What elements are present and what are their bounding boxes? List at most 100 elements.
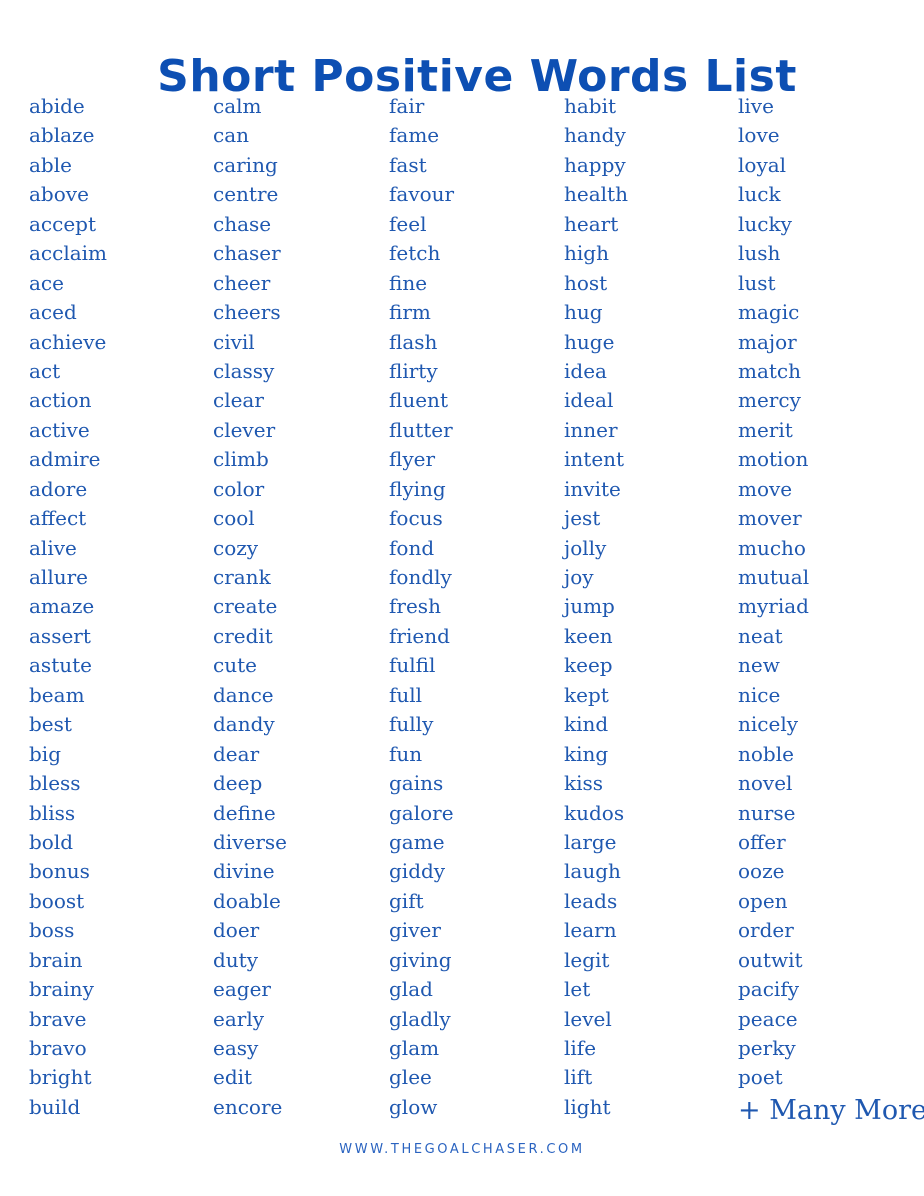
word-item: flying [389, 476, 446, 501]
word-item: ideal [564, 388, 614, 413]
word-item: diverse [213, 829, 287, 854]
word-item: fast [389, 152, 427, 177]
word-item: invite [564, 476, 621, 501]
word-item: novel [738, 771, 793, 796]
word-item: gift [389, 888, 424, 913]
word-item: handy [564, 123, 626, 148]
word-item: galore [389, 800, 454, 825]
word-column-3: fair fame fast favour feel fetch fine firm flash… [389, 92, 454, 1122]
word-item: acclaim [29, 241, 108, 266]
word-item: focus [389, 506, 443, 531]
word-item: feel [389, 211, 427, 236]
word-item: adore [29, 476, 88, 501]
word-item: boss [29, 918, 75, 943]
word-item: assert [29, 623, 91, 648]
word-item: full [389, 682, 423, 707]
word-item: climb [213, 447, 269, 472]
word-item: large [564, 829, 617, 854]
word-item: lust [738, 270, 776, 295]
word-item: bliss [29, 800, 76, 825]
word-item: cheer [213, 270, 271, 295]
word-item: fulfil [389, 653, 436, 678]
word-item: glad [389, 977, 433, 1002]
word-item: flirty [389, 358, 438, 383]
word-item: able [29, 152, 72, 177]
word-item: kept [564, 682, 609, 707]
word-item: let [564, 977, 591, 1002]
word-item: love [738, 123, 780, 148]
word-item: credit [213, 623, 273, 648]
word-item: best [29, 712, 72, 737]
word-item: bravo [29, 1036, 87, 1060]
word-item: action [29, 388, 92, 413]
word-column-4: habit handy happy health heart high host hug hug… [564, 92, 628, 1122]
word-item: chase [213, 211, 272, 236]
word-item: doer [213, 918, 260, 943]
word-item: giver [389, 918, 441, 943]
word-item: fondly [389, 565, 452, 589]
word-item: aced [29, 300, 77, 325]
word-item: bonus [29, 859, 90, 884]
word-item: gains [389, 771, 444, 796]
word-item: above [29, 182, 89, 207]
word-item: fame [389, 123, 440, 148]
word-item: build [29, 1094, 81, 1119]
word-item: eager [213, 977, 271, 1002]
word-item: move [738, 476, 793, 501]
word-item: huge [564, 329, 615, 354]
word-item: light [564, 1094, 611, 1119]
word-item: alive [29, 535, 77, 560]
word-item: brave [29, 1006, 87, 1031]
word-item: nurse [738, 800, 796, 825]
word-item: clear [213, 388, 264, 413]
word-item: king [564, 741, 609, 766]
word-item: mutual [738, 565, 810, 589]
word-item: fully [389, 712, 434, 737]
word-item: bold [29, 829, 74, 854]
word-item: pacify [738, 977, 800, 1002]
word-item: merit [738, 417, 793, 442]
word-item: jolly [564, 535, 607, 560]
word-item: duty [213, 947, 259, 972]
word-item: major [738, 329, 797, 354]
word-item: mover [738, 506, 802, 531]
word-item: giving [389, 947, 452, 972]
word-item: dandy [213, 712, 275, 737]
word-item: cool [213, 506, 255, 531]
word-item: amaze [29, 594, 95, 619]
word-item: lift [564, 1065, 593, 1090]
word-item: crank [213, 565, 271, 589]
word-item: poet [738, 1065, 783, 1090]
word-item: luck [738, 182, 781, 207]
word-item: kiss [564, 771, 604, 796]
word-item: classy [213, 358, 275, 383]
word-item: order [738, 918, 794, 943]
word-item: encore [213, 1094, 283, 1119]
word-item: bright [29, 1065, 92, 1090]
word-item: chaser [213, 241, 281, 266]
word-item: big [29, 741, 62, 766]
word-item: life [564, 1036, 597, 1060]
word-item: beam [29, 682, 85, 707]
word-item: loyal [738, 152, 787, 177]
word-item: friend [389, 623, 450, 648]
word-item: glow [389, 1094, 438, 1119]
word-item: dance [213, 682, 274, 707]
word-item: myriad [738, 594, 809, 619]
word-item: affect [29, 506, 87, 531]
word-item: magic [738, 300, 800, 325]
word-item: allure [29, 565, 88, 589]
word-item: heart [564, 211, 619, 236]
word-item: open [738, 888, 788, 913]
word-item: abide [29, 94, 85, 118]
word-item: caring [213, 152, 278, 177]
word-item: giddy [389, 859, 446, 884]
word-item: ooze [738, 859, 785, 884]
word-item: perky [738, 1036, 796, 1060]
word-item: intent [564, 447, 625, 472]
word-item: level [564, 1006, 612, 1031]
word-item: habit [564, 94, 617, 118]
word-item: keep [564, 653, 613, 678]
word-item: act [29, 358, 61, 383]
word-item: flutter [389, 417, 453, 442]
